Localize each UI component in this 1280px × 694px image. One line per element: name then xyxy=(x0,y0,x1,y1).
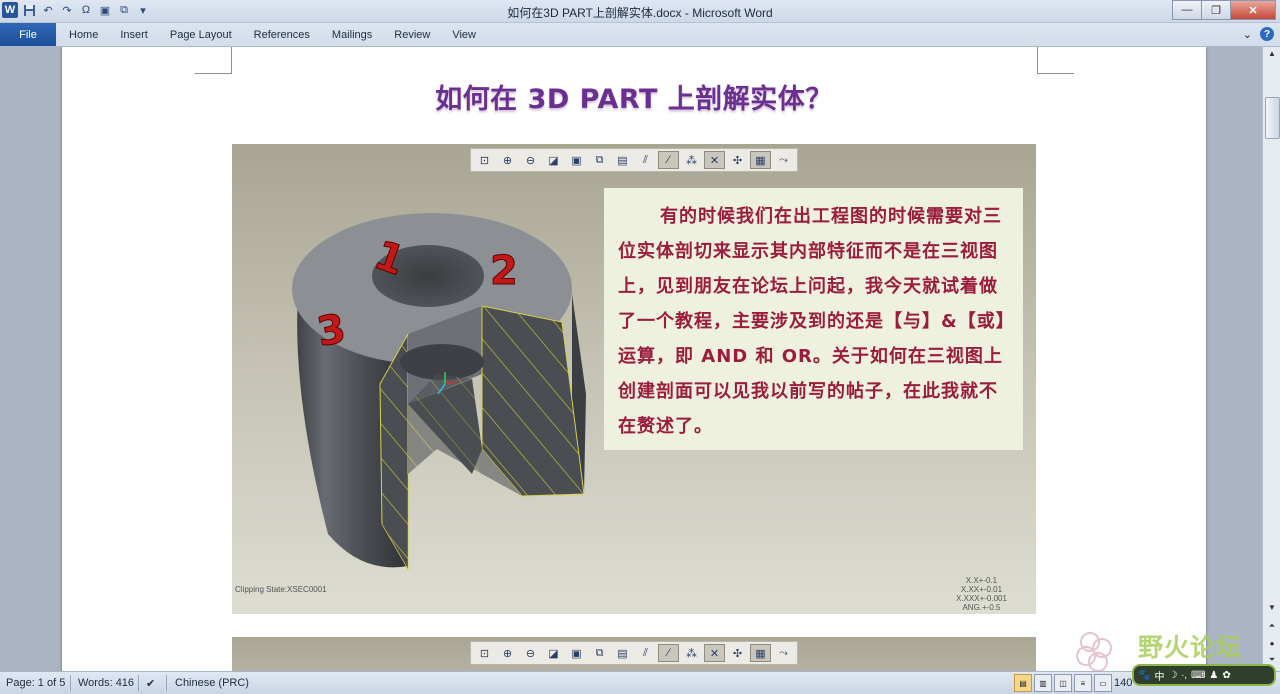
cad-screenshot-2: ⊡ ⊕ ⊖ ◪ ▣ ⧉ ▤ ⫽ ∕ ⁂ ✕ ✣ ▦ ⤳ xyxy=(232,637,1036,671)
tab-file[interactable]: File xyxy=(0,23,56,46)
tab-references[interactable]: References xyxy=(243,29,321,41)
ref-orientation-icon[interactable]: ⤳ xyxy=(773,151,794,169)
shaded-display-icon[interactable]: ▣ xyxy=(566,644,587,662)
scroll-down-icon[interactable]: ▼ xyxy=(1263,601,1280,615)
zoom-out-icon[interactable]: ⊖ xyxy=(520,151,541,169)
vertical-scrollbar[interactable]: ▲ ▼ ⏶ ● ⏷ xyxy=(1262,47,1280,671)
cad-view-toolbar-2: ⊡ ⊕ ⊖ ◪ ▣ ⧉ ▤ ⫽ ∕ ⁂ ✕ ✣ ▦ ⤳ xyxy=(470,641,798,665)
margin-marker-right xyxy=(1037,47,1074,74)
flower-logo-icon xyxy=(1076,632,1112,672)
shaded-display-icon[interactable]: ▣ xyxy=(566,151,587,169)
ime-punctuation-icon[interactable]: ∙, xyxy=(1181,670,1187,681)
callout-text: 有的时候我们在出工程图的时候需要对三位实体剖切来显示其内部特征而不是在三视图上，… xyxy=(618,206,1006,437)
web-layout-icon[interactable]: ◫ xyxy=(1054,674,1072,692)
saved-views-icon[interactable]: ⧉ xyxy=(589,151,610,169)
refit-icon[interactable]: ⊡ xyxy=(474,151,495,169)
annotations-icon[interactable]: ▦ xyxy=(750,644,771,662)
datum-axes-icon[interactable]: ∕ xyxy=(658,151,679,169)
ime-user-icon[interactable]: ♟ xyxy=(1209,670,1218,681)
ref-orientation-icon[interactable]: ⤳ xyxy=(773,644,794,662)
document-workspace: 如何在 3D PART 上剖解实体？ 1 2 3 ⊡ ⊕ ⊖ ◪ ▣ ⧉ ▤ ⫽… xyxy=(0,47,1262,671)
view-manager-icon[interactable]: ▤ xyxy=(612,151,633,169)
status-bar: Page: 1 of 5 Words: 416 ✔ Chinese (PRC) … xyxy=(0,671,1280,694)
tab-mailings[interactable]: Mailings xyxy=(321,29,383,41)
callout-box: 有的时候我们在出工程图的时候需要对三位实体剖切来显示其内部特征而不是在三视图上，… xyxy=(604,188,1023,450)
margin-marker-left xyxy=(195,47,232,74)
spin-center-icon[interactable]: ✣ xyxy=(727,644,748,662)
tab-review[interactable]: Review xyxy=(383,29,441,41)
document-page: 如何在 3D PART 上剖解实体？ 1 2 3 ⊡ ⊕ ⊖ ◪ ▣ ⧉ ▤ ⫽… xyxy=(62,47,1206,671)
draft-view-icon[interactable]: ▭ xyxy=(1094,674,1112,692)
tab-view[interactable]: View xyxy=(441,29,487,41)
expand-ribbon-icon[interactable]: ⌄ xyxy=(1243,28,1252,41)
ribbon-tabs: File Home Insert Page Layout References … xyxy=(0,23,1280,47)
datum-points-icon[interactable]: ⁂ xyxy=(681,644,702,662)
cad-view-toolbar: ⊡ ⊕ ⊖ ◪ ▣ ⧉ ▤ ⫽ ∕ ⁂ ✕ ✣ ▦ ⤳ xyxy=(470,148,798,172)
proofing-icon[interactable]: ✔ xyxy=(146,677,155,690)
tab-insert[interactable]: Insert xyxy=(109,29,159,41)
previous-page-icon[interactable]: ⏶ xyxy=(1263,619,1280,633)
close-button[interactable]: ✕ xyxy=(1230,0,1276,20)
watermark-text: 野火论坛 xyxy=(1138,633,1243,662)
tab-home[interactable]: Home xyxy=(58,29,109,41)
cad-screenshot: 1 2 3 ⊡ ⊕ ⊖ ◪ ▣ ⧉ ▤ ⫽ ∕ ⁂ ✕ ✣ ▦ ⤳ 有的时候我们… xyxy=(232,144,1036,614)
tab-page-layout[interactable]: Page Layout xyxy=(159,29,243,41)
zoom-in-icon[interactable]: ⊕ xyxy=(497,151,518,169)
minimize-button[interactable]: — xyxy=(1172,0,1202,20)
tolerance-block: X.X+-0.1 X.XX+-0.01 X.XXX+-0.001 ANG.+-0… xyxy=(956,576,1007,612)
zoom-in-icon[interactable]: ⊕ xyxy=(497,644,518,662)
outline-view-icon[interactable]: ≡ xyxy=(1074,674,1092,692)
full-screen-reading-icon[interactable]: ▥ xyxy=(1034,674,1052,692)
title-bar: W ↶ ↷ Ω ▣ ⧉ ▾ 如何在3D PART上剖解实体.docx - Mic… xyxy=(0,0,1280,23)
view-buttons: ▤ ▥ ◫ ≡ ▭ xyxy=(1014,674,1112,692)
datum-planes-icon[interactable]: ⫽ xyxy=(635,644,656,662)
datum-planes-icon[interactable]: ⫽ xyxy=(635,151,656,169)
datum-points-icon[interactable]: ⁂ xyxy=(681,151,702,169)
ime-mode[interactable]: 中 xyxy=(1154,668,1164,683)
coordinate-systems-icon[interactable]: ✕ xyxy=(704,644,725,662)
coordinate-systems-icon[interactable]: ✕ xyxy=(704,151,725,169)
help-icon[interactable]: ? xyxy=(1260,27,1274,41)
datum-axes-icon[interactable]: ∕ xyxy=(658,644,679,662)
annotations-icon[interactable]: ▦ xyxy=(750,151,771,169)
document-title: 如何在 3D PART 上剖解实体？ xyxy=(435,84,833,115)
ime-settings-icon[interactable]: ✿ xyxy=(1222,670,1230,681)
select-browse-object-icon[interactable]: ● xyxy=(1263,637,1280,651)
saved-views-icon[interactable]: ⧉ xyxy=(589,644,610,662)
ime-toolbar[interactable]: 🐾 中 ☽ ∙, ⌨ ♟ ✿ xyxy=(1132,664,1276,686)
spin-center-icon[interactable]: ✣ xyxy=(727,151,748,169)
clipping-state: Clipping State:XSEC0001 xyxy=(235,585,327,594)
zoom-level[interactable]: 140 xyxy=(1114,677,1132,689)
scroll-thumb[interactable] xyxy=(1265,97,1280,139)
restore-button[interactable]: ❐ xyxy=(1201,0,1231,20)
view-manager-icon[interactable]: ▤ xyxy=(612,644,633,662)
print-layout-view-icon[interactable]: ▤ xyxy=(1014,674,1032,692)
word-count[interactable]: Words: 416 xyxy=(78,677,134,689)
language-indicator[interactable]: Chinese (PRC) xyxy=(175,677,249,689)
zoom-out-icon[interactable]: ⊖ xyxy=(520,644,541,662)
window-title: 如何在3D PART上剖解实体.docx - Microsoft Word xyxy=(507,6,773,20)
repaint-icon[interactable]: ◪ xyxy=(543,644,564,662)
ime-logo-icon[interactable]: 🐾 xyxy=(1138,670,1150,681)
ime-moon-icon[interactable]: ☽ xyxy=(1168,670,1177,681)
refit-icon[interactable]: ⊡ xyxy=(474,644,495,662)
ime-keyboard-icon[interactable]: ⌨ xyxy=(1191,670,1205,681)
scroll-up-icon[interactable]: ▲ xyxy=(1263,47,1280,61)
repaint-icon[interactable]: ◪ xyxy=(543,151,564,169)
page-count[interactable]: Page: 1 of 5 xyxy=(6,677,65,689)
label-2: 2 xyxy=(490,248,518,294)
